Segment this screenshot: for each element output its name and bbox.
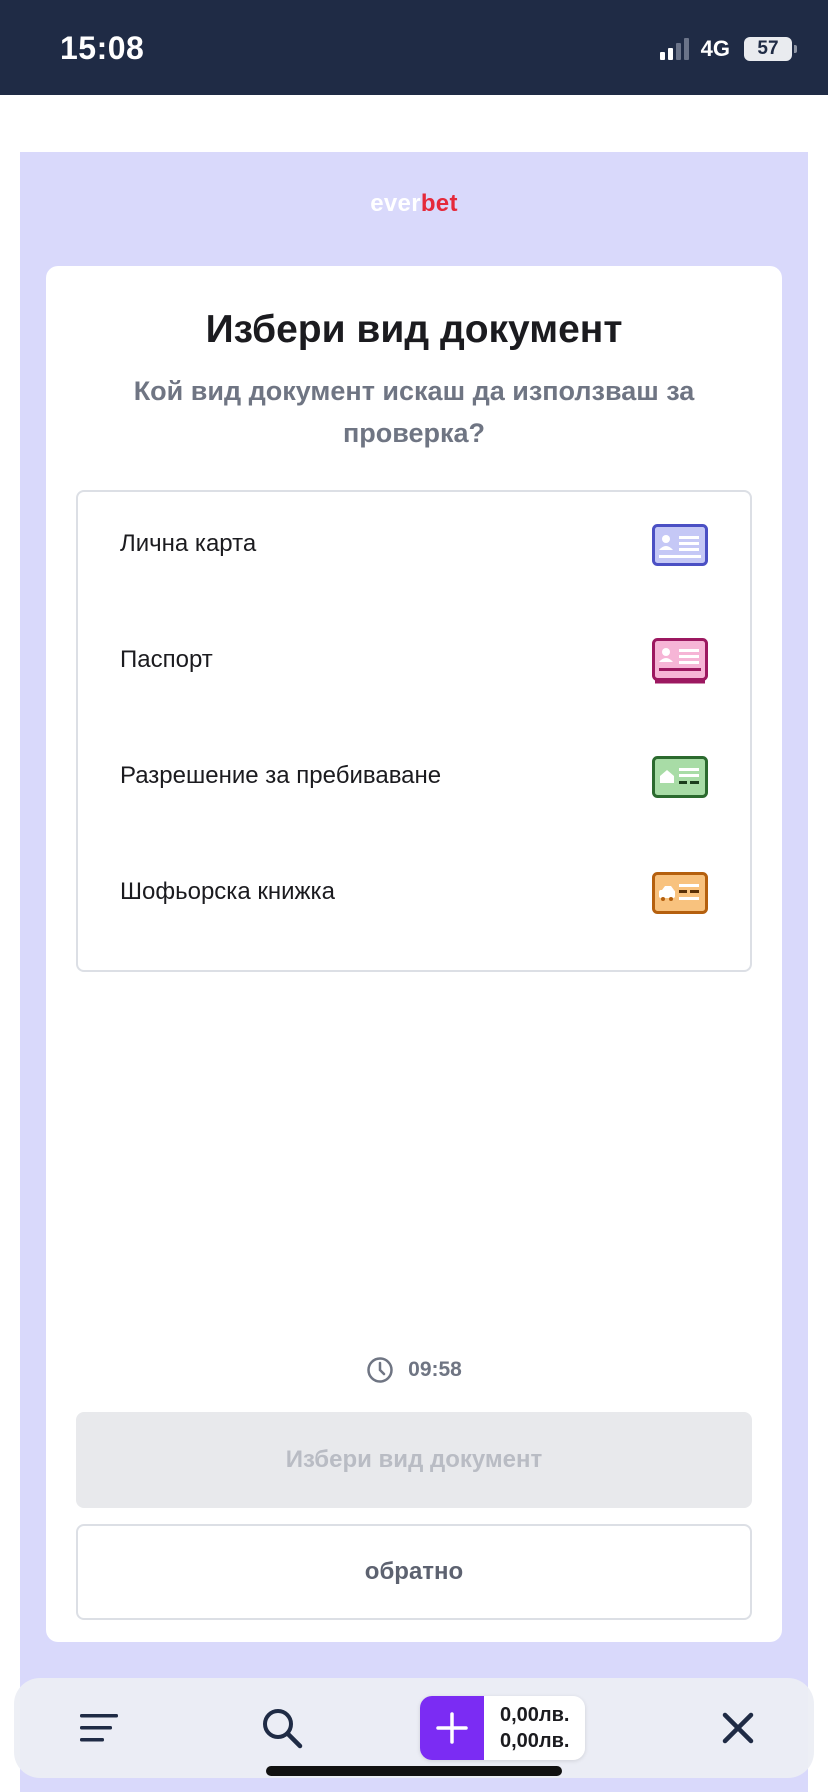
id-card-icon bbox=[652, 524, 708, 566]
document-option-passport[interactable]: Паспорт bbox=[78, 608, 750, 724]
status-time: 15:08 bbox=[60, 30, 145, 66]
document-option-label: Лична карта bbox=[120, 530, 257, 557]
passport-icon bbox=[652, 638, 708, 684]
everbet-logo: everbet bbox=[20, 190, 808, 218]
betslip-amount-win: 0,00лв. bbox=[500, 1730, 570, 1752]
status-indicators: 4G 57 bbox=[659, 36, 797, 62]
network-type: 4G bbox=[700, 36, 730, 61]
close-icon[interactable] bbox=[720, 1710, 756, 1746]
residence-permit-icon bbox=[652, 756, 708, 798]
betslip-button[interactable]: 0,00лв. 0,00лв. bbox=[420, 1696, 586, 1760]
logo-part-ever: ever bbox=[370, 190, 421, 217]
document-option-label: Паспорт bbox=[120, 646, 213, 673]
home-indicator bbox=[266, 1766, 562, 1776]
betslip-amounts: 0,00лв. 0,00лв. bbox=[484, 1696, 586, 1760]
document-option-id-card[interactable]: Лична карта bbox=[78, 492, 750, 608]
document-option-label: Шофьорска книжка bbox=[120, 878, 335, 905]
status-bar: 15:08 4G 57 bbox=[0, 0, 828, 95]
search-icon[interactable] bbox=[260, 1706, 304, 1750]
battery-icon: 57 bbox=[744, 37, 797, 61]
page-title: Избери вид документ bbox=[205, 308, 623, 351]
document-option-residence-permit[interactable]: Разрешение за пребиваване bbox=[78, 724, 750, 840]
menu-icon[interactable] bbox=[78, 1710, 120, 1746]
betslip-amount-stake: 0,00лв. bbox=[500, 1704, 570, 1726]
driving-license-icon bbox=[652, 872, 708, 914]
page-subtitle: Кой вид документ искаш да използваш за п… bbox=[133, 376, 695, 448]
countdown-timer: 09:58 bbox=[46, 1356, 782, 1384]
plus-icon bbox=[436, 1712, 468, 1744]
back-button[interactable]: обратно bbox=[76, 1524, 752, 1620]
choose-document-button[interactable]: Избери вид документ bbox=[76, 1412, 752, 1508]
timer-value: 09:58 bbox=[408, 1358, 462, 1381]
document-selection-card: Избери вид документ Кой вид документ иск… bbox=[46, 266, 782, 1642]
document-option-label: Разрешение за пребиваване bbox=[120, 762, 442, 789]
document-option-driving-license[interactable]: Шофьорска книжка bbox=[78, 840, 750, 956]
bottom-navigation-bar: 0,00лв. 0,00лв. bbox=[14, 1678, 814, 1778]
document-type-list: Лична карта Паспорт Разрешение за пребив… bbox=[76, 490, 752, 972]
signal-icon bbox=[659, 38, 689, 60]
betslip-plus[interactable] bbox=[420, 1696, 484, 1760]
clock-icon bbox=[367, 1357, 393, 1383]
logo-part-bet: bet bbox=[420, 190, 458, 217]
